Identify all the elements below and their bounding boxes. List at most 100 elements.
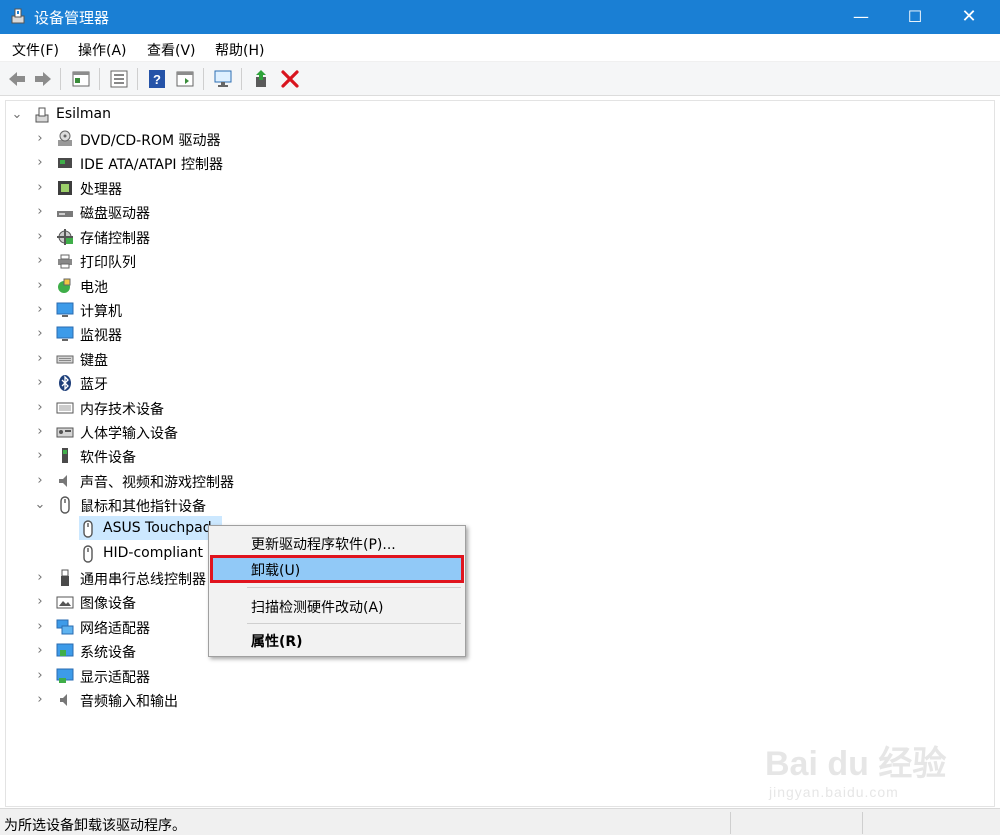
tree-item[interactable]: › 内存技术设备 — [6, 396, 606, 420]
tree-item[interactable]: › 磁盘驱动器 — [6, 200, 606, 224]
forward-icon[interactable] — [32, 69, 54, 89]
menu-help[interactable]: 帮助(H) — [215, 40, 264, 60]
title-bar: 设备管理器 — ☐ ✕ — [0, 0, 1000, 34]
mouse-icon — [60, 496, 70, 514]
chevron-right-icon[interactable]: › — [33, 371, 47, 395]
hid-icon — [56, 427, 74, 438]
toolbar-separator — [241, 68, 242, 90]
chevron-right-icon[interactable]: › — [33, 469, 47, 493]
chevron-right-icon[interactable]: › — [33, 225, 47, 249]
chevron-right-icon[interactable]: › — [33, 615, 47, 639]
tree-item[interactable]: › 软件设备 — [6, 444, 606, 468]
properties-view-icon[interactable] — [70, 69, 92, 89]
chevron-right-icon[interactable]: › — [33, 151, 47, 175]
menu-separator — [247, 623, 461, 624]
status-text: 为所选设备卸载该驱动程序。 — [4, 818, 186, 834]
menu-uninstall[interactable]: 卸载(U) — [210, 555, 464, 583]
tree-item-label: 处理器 — [80, 182, 122, 198]
chevron-right-icon[interactable]: › — [33, 274, 47, 298]
tree-item-label: 音频输入和输出 — [80, 694, 178, 710]
toolbar-separator — [137, 68, 138, 90]
tree-root[interactable]: ⌄ Esilman — [6, 103, 606, 127]
chevron-right-icon[interactable]: › — [33, 347, 47, 371]
tree-item-label: 软件设备 — [80, 450, 136, 466]
tree-item[interactable]: › 显示适配器 — [6, 664, 606, 688]
tree-item-label: 人体学输入设备 — [80, 426, 178, 442]
tree-item[interactable]: › 存储控制器 — [6, 225, 606, 249]
keyboard-icon — [56, 355, 74, 364]
close-button[interactable]: ✕ — [946, 0, 992, 34]
update-driver-icon[interactable] — [251, 69, 273, 89]
tree-item[interactable]: › DVD/CD-ROM 驱动器 — [6, 127, 606, 151]
memory-device-icon — [56, 402, 74, 414]
ide-controller-icon — [58, 158, 72, 168]
tree-item-label: 显示适配器 — [80, 670, 150, 686]
maximize-button[interactable]: ☐ — [892, 0, 938, 34]
list-view-icon[interactable] — [108, 69, 130, 89]
storage-controller-icon — [57, 229, 73, 245]
chevron-right-icon[interactable]: › — [33, 176, 47, 200]
tree-item[interactable]: › 声音、视频和游戏控制器 — [6, 469, 606, 493]
tree-item[interactable]: › 计算机 — [6, 298, 606, 322]
menu-view[interactable]: 查看(V) — [147, 40, 196, 60]
minimize-button[interactable]: — — [838, 0, 884, 34]
chevron-right-icon[interactable]: › — [33, 664, 47, 688]
tree-item[interactable]: › 打印队列 — [6, 249, 606, 273]
watermark-logo-text: Bai du 经验 — [765, 745, 947, 783]
help-icon[interactable]: ? — [146, 69, 168, 89]
menu-file[interactable]: 文件(F) — [12, 40, 59, 60]
status-bar: 为所选设备卸载该驱动程序。 — [0, 808, 1000, 835]
sound-icon — [59, 475, 67, 487]
chevron-right-icon[interactable]: › — [33, 420, 47, 444]
device-manager-icon — [11, 8, 25, 24]
chevron-right-icon[interactable]: › — [33, 590, 47, 614]
chevron-down-icon[interactable]: ⌄ — [10, 103, 24, 127]
status-pane-divider — [730, 812, 731, 834]
chevron-right-icon[interactable]: › — [33, 444, 47, 468]
scan-hardware-icon[interactable] — [212, 69, 234, 89]
chevron-right-icon[interactable]: › — [33, 639, 47, 663]
tree-item-label: 内存技术设备 — [80, 402, 164, 418]
menu-update-driver[interactable]: 更新驱动程序软件(P)... — [210, 529, 464, 557]
tree-item[interactable]: › 键盘 — [6, 347, 606, 371]
tree-item[interactable]: › 音频输入和输出 — [6, 688, 606, 712]
chevron-right-icon[interactable]: › — [33, 688, 47, 712]
chevron-right-icon[interactable]: › — [33, 322, 47, 346]
usb-icon — [61, 569, 69, 586]
tree-item[interactable]: › 电池 — [6, 274, 606, 298]
tree-item[interactable]: › 监视器 — [6, 322, 606, 346]
tree-item-label: 打印队列 — [80, 255, 136, 271]
tree-item[interactable]: › 人体学输入设备 — [6, 420, 606, 444]
bluetooth-icon — [59, 375, 71, 391]
dvd-drive-icon — [58, 130, 72, 146]
tree-item-label: 存储控制器 — [80, 231, 150, 247]
chevron-right-icon[interactable]: › — [33, 566, 47, 590]
tree-item[interactable]: ⌄ 鼠标和其他指针设备 — [6, 493, 606, 517]
mouse-icon — [83, 520, 93, 538]
back-icon[interactable] — [6, 69, 28, 89]
mouse-icon — [83, 545, 93, 563]
tree-item[interactable]: › IDE ATA/ATAPI 控制器 — [6, 151, 606, 175]
computer-icon — [56, 302, 74, 317]
tree-item[interactable]: › 处理器 — [6, 176, 606, 200]
menu-uninstall-label: 卸载(U) — [251, 563, 301, 579]
chevron-right-icon[interactable]: › — [33, 298, 47, 322]
chevron-right-icon[interactable]: › — [33, 249, 47, 273]
menu-scan-hardware-label: 扫描检测硬件改动(A) — [251, 600, 384, 616]
chevron-right-icon[interactable]: › — [33, 200, 47, 224]
system-device-icon — [56, 643, 74, 657]
menu-properties[interactable]: 属性(R) — [210, 626, 464, 654]
chevron-right-icon[interactable]: › — [33, 127, 47, 151]
processor-icon — [58, 181, 72, 195]
menu-scan-hardware[interactable]: 扫描检测硬件改动(A) — [210, 592, 464, 620]
tree-item-label: 监视器 — [80, 328, 122, 344]
uninstall-icon[interactable] — [279, 69, 301, 89]
run-icon[interactable] — [174, 69, 196, 89]
status-pane-divider — [862, 812, 863, 834]
chevron-down-icon[interactable]: ⌄ — [33, 493, 47, 517]
tree-item[interactable]: › 蓝牙 — [6, 371, 606, 395]
computer-root-icon — [35, 107, 49, 123]
menu-action[interactable]: 操作(A) — [78, 40, 127, 60]
tree-item-label: IDE ATA/ATAPI 控制器 — [80, 157, 224, 173]
chevron-right-icon[interactable]: › — [33, 396, 47, 420]
